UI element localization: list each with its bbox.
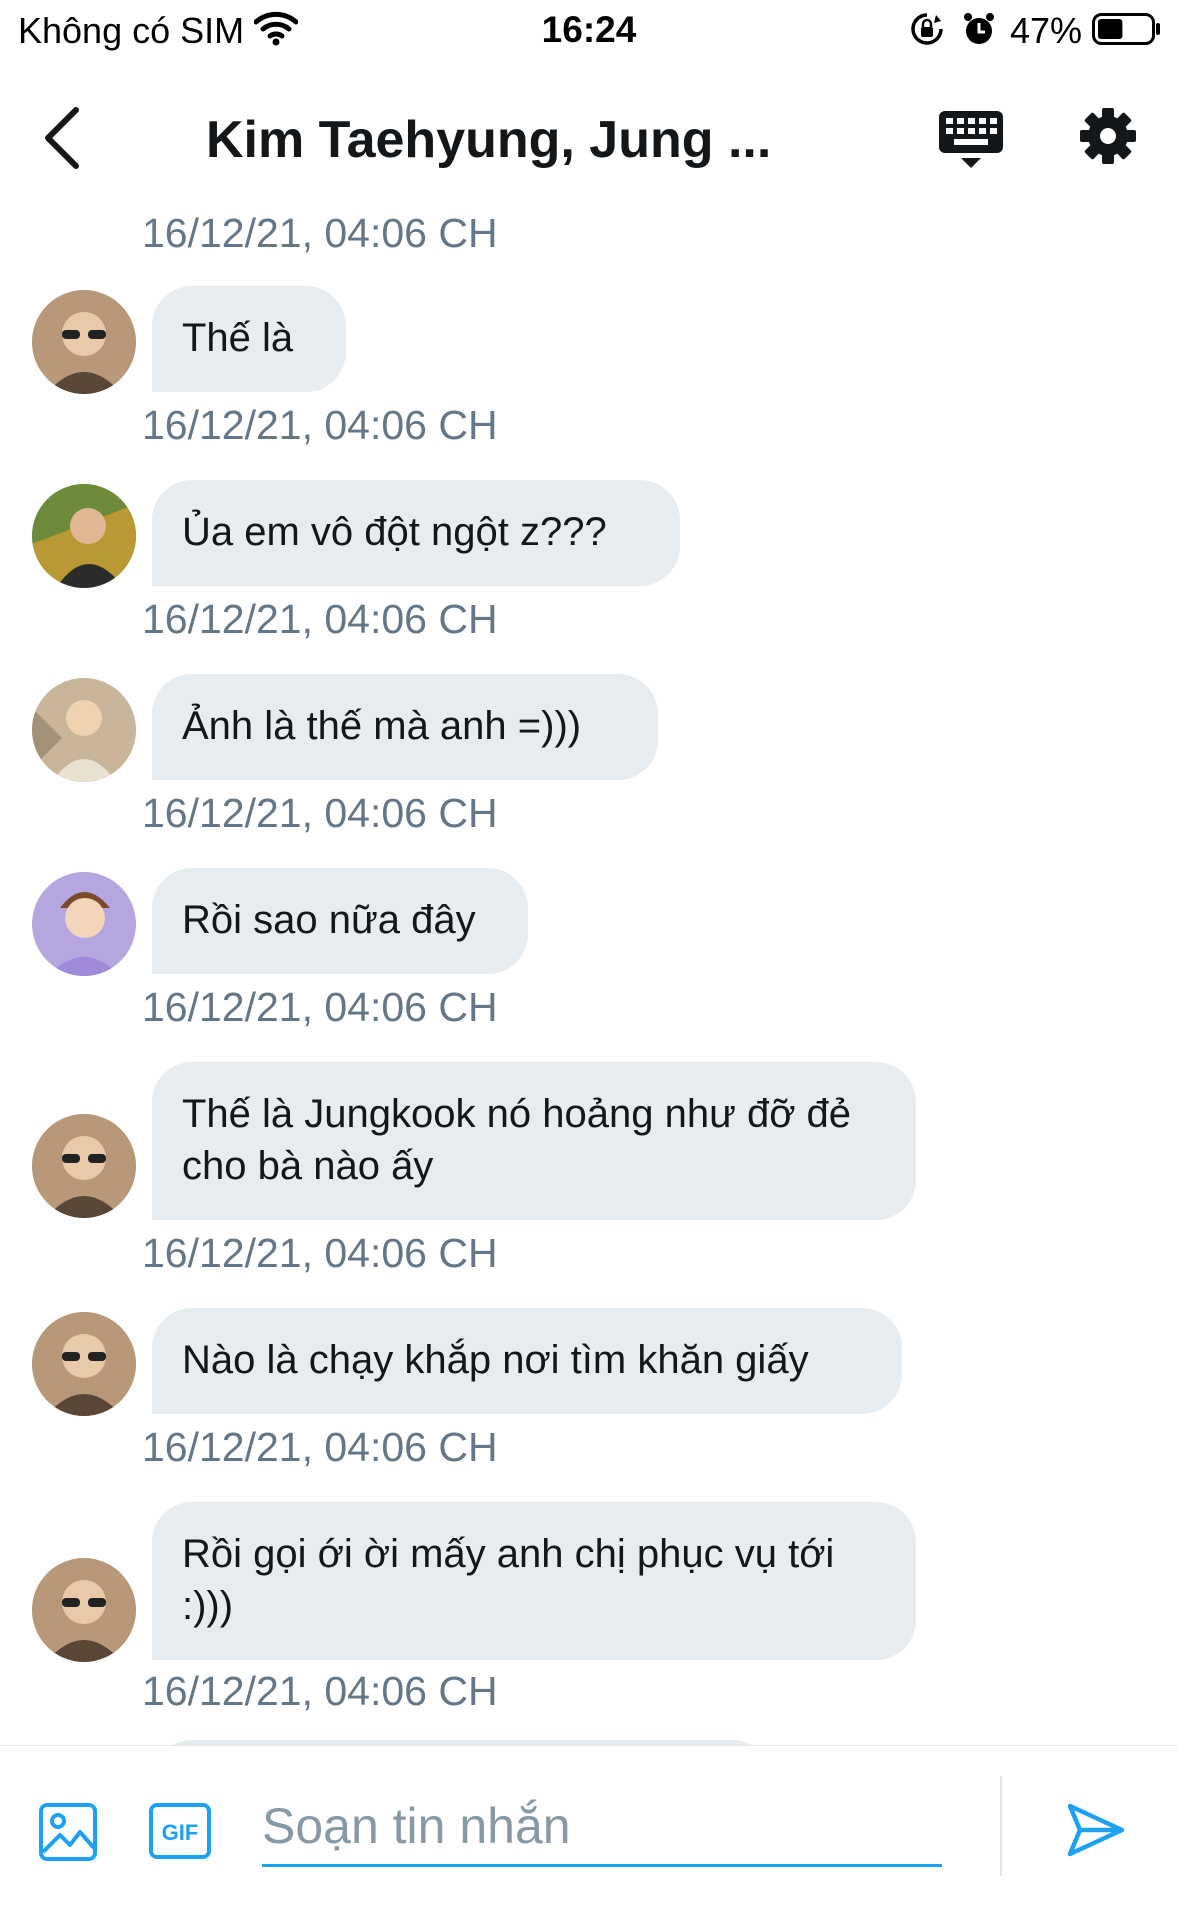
message-bubble[interactable]: Ảnh là thế mà anh =)))	[152, 674, 658, 780]
avatar[interactable]	[32, 484, 136, 588]
message-timestamp: 16/12/21, 04:06 CH	[142, 984, 498, 1030]
battery-percentage: 47%	[1010, 10, 1083, 51]
message-bubble[interactable]: Thế là	[152, 286, 346, 392]
send-icon[interactable]	[1064, 1798, 1128, 1862]
gear-icon[interactable]	[1078, 106, 1138, 166]
message-timestamp: 16/12/21, 04:06 CH	[142, 790, 498, 836]
message-bubble[interactable]: Ủa em vô đột ngột z???	[152, 480, 680, 586]
avatar[interactable]	[32, 678, 136, 782]
message-bubble[interactable]: Nào là chạy khắp nơi tìm khăn giấy	[152, 1308, 902, 1414]
message-timestamp: 16/12/21, 04:06 CH	[142, 1668, 498, 1714]
gif-label: GIF	[162, 1820, 199, 1845]
keyboard-icon[interactable]	[936, 108, 1006, 170]
clock: 16:24	[541, 9, 637, 50]
composer-divider	[1000, 1776, 1002, 1876]
avatar[interactable]	[32, 290, 136, 394]
message-bubble[interactable]: Thế là Jungkook nó hoảng như đỡ đẻ cho b…	[152, 1062, 916, 1220]
message-bubble[interactable]: Rồi sao nữa đây	[152, 868, 528, 974]
battery-icon	[1092, 13, 1160, 45]
avatar[interactable]	[32, 1558, 136, 1662]
image-icon[interactable]	[38, 1802, 98, 1862]
conversation-header: Kim Taehyung, Jung ...	[0, 80, 1178, 200]
message-timestamp: 16/12/21, 04:06 CH	[142, 1230, 498, 1276]
conversation-title[interactable]: Kim Taehyung, Jung ...	[206, 110, 771, 170]
message-timestamp: 16/12/21, 04:06 CH	[142, 210, 498, 256]
status-bar: Không có SIM 16:24 47%	[0, 0, 1178, 58]
gif-button[interactable]: GIF	[148, 1802, 212, 1860]
rotation-lock-icon	[911, 13, 943, 45]
message-list[interactable]: 16/12/21, 04:06 CH Thế là 16/12/21, 04:0…	[0, 200, 1178, 1745]
alarm-icon	[964, 13, 994, 44]
back-button[interactable]	[40, 106, 84, 170]
avatar[interactable]	[32, 1312, 136, 1416]
battery-fill	[1098, 19, 1123, 39]
message-composer: GIF	[0, 1745, 1178, 1921]
message-timestamp: 16/12/21, 04:06 CH	[142, 402, 498, 448]
avatar[interactable]	[32, 1114, 136, 1218]
message-timestamp: 16/12/21, 04:06 CH	[142, 1424, 498, 1470]
message-timestamp: 16/12/21, 04:06 CH	[142, 596, 498, 642]
message-input[interactable]	[262, 1788, 942, 1867]
avatar[interactable]	[32, 872, 136, 976]
message-bubble[interactable]: Rồi gọi ới ời mấy anh chị phục vụ tới :)…	[152, 1502, 916, 1660]
